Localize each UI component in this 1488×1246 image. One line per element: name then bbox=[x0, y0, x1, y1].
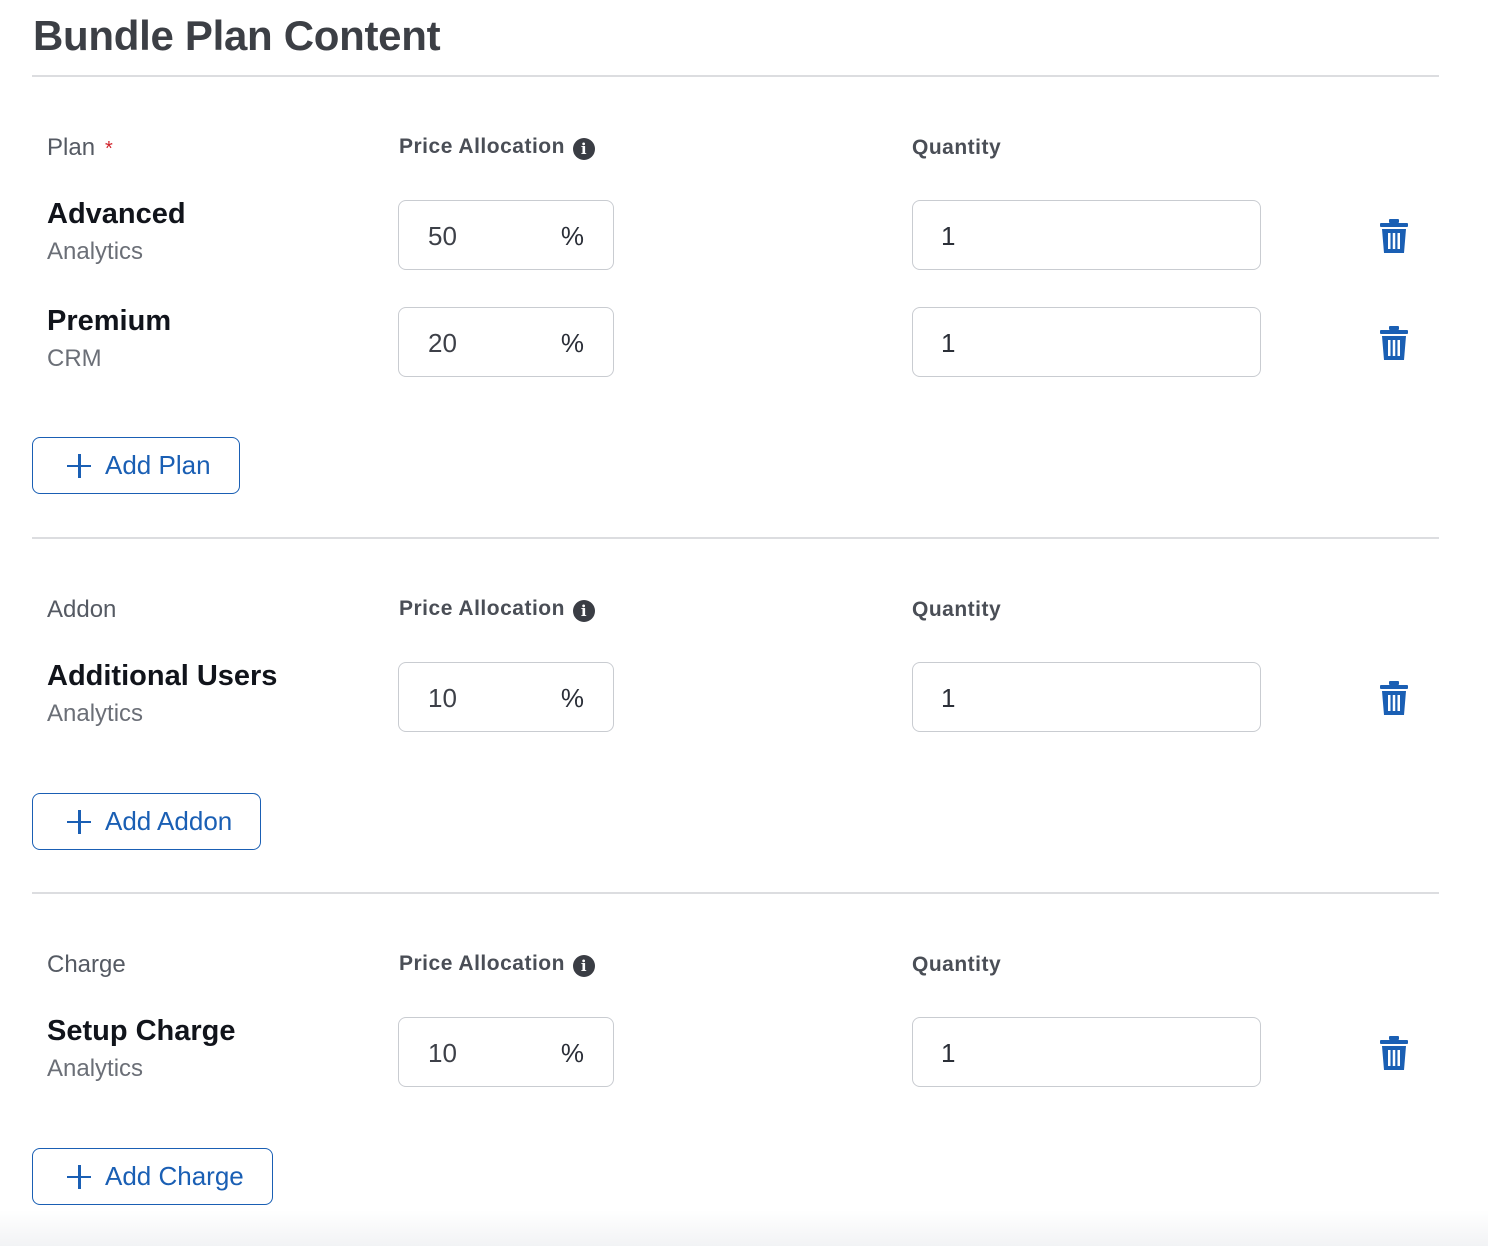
item-name: Additional Users bbox=[47, 660, 278, 692]
page-title: Bundle Plan Content bbox=[33, 12, 441, 59]
price-allocation-input[interactable]: 10 % bbox=[398, 662, 614, 732]
required-marker: * bbox=[105, 138, 113, 160]
quantity-value[interactable]: 1 bbox=[941, 328, 955, 359]
bottom-fade bbox=[0, 1210, 1488, 1246]
item-product-family: CRM bbox=[47, 345, 102, 372]
plan-column-label: Plan * bbox=[47, 134, 113, 161]
quantity-value[interactable]: 1 bbox=[941, 221, 955, 252]
price-allocation-header: Price Allocation i bbox=[399, 951, 595, 977]
percent-suffix: % bbox=[560, 683, 584, 713]
quantity-value[interactable]: 1 bbox=[941, 1038, 955, 1069]
plus-icon bbox=[67, 1164, 93, 1190]
info-icon[interactable]: i bbox=[572, 955, 595, 977]
addon-column-label: Addon bbox=[47, 596, 117, 623]
price-allocation-value[interactable]: 10 bbox=[428, 1038, 457, 1069]
price-allocation-value[interactable]: 10 bbox=[428, 683, 457, 714]
item-name: Setup Charge bbox=[47, 1015, 236, 1047]
add-charge-button[interactable]: Add Charge bbox=[32, 1148, 273, 1205]
price-allocation-header: Price Allocation i bbox=[399, 134, 595, 160]
percent-suffix: % bbox=[560, 1038, 584, 1068]
percent-suffix: % bbox=[560, 328, 584, 358]
plus-icon bbox=[67, 809, 93, 835]
item-product-family: Analytics bbox=[47, 700, 144, 727]
quantity-input[interactable]: 1 bbox=[912, 200, 1261, 270]
quantity-header: Quantity bbox=[912, 136, 1002, 159]
trash-icon[interactable] bbox=[1378, 325, 1410, 361]
add-addon-label: Add Addon bbox=[105, 806, 233, 836]
plan-row: Premium CRM 20 % 1 bbox=[0, 305, 1488, 385]
addon-row: Additional Users Analytics 10 % 1 bbox=[0, 660, 1488, 740]
add-plan-button[interactable]: Add Plan bbox=[32, 437, 240, 494]
divider bbox=[32, 537, 1439, 539]
trash-icon[interactable] bbox=[1378, 218, 1410, 254]
trash-icon[interactable] bbox=[1378, 680, 1410, 716]
plus-icon bbox=[67, 453, 93, 479]
price-allocation-value[interactable]: 50 bbox=[428, 221, 457, 252]
add-addon-button[interactable]: Add Addon bbox=[32, 793, 262, 850]
price-allocation-input[interactable]: 20 % bbox=[398, 307, 614, 377]
charge-row: Setup Charge Analytics 10 % 1 bbox=[0, 1015, 1488, 1095]
add-charge-label: Add Charge bbox=[105, 1161, 244, 1191]
divider bbox=[32, 75, 1439, 77]
price-allocation-value[interactable]: 20 bbox=[428, 328, 457, 359]
quantity-header: Quantity bbox=[912, 953, 1002, 976]
quantity-input[interactable]: 1 bbox=[912, 662, 1261, 732]
add-plan-label: Add Plan bbox=[105, 450, 211, 480]
info-icon[interactable]: i bbox=[572, 600, 595, 622]
charge-column-label: Charge bbox=[47, 951, 126, 978]
price-allocation-header: Price Allocation i bbox=[399, 596, 595, 622]
item-product-family: Analytics bbox=[47, 1055, 144, 1082]
price-allocation-input[interactable]: 10 % bbox=[398, 1017, 614, 1087]
item-product-family: Analytics bbox=[47, 238, 144, 265]
trash-icon[interactable] bbox=[1378, 1035, 1410, 1071]
item-name: Premium bbox=[47, 305, 172, 337]
price-allocation-input[interactable]: 50 % bbox=[398, 200, 614, 270]
quantity-input[interactable]: 1 bbox=[912, 307, 1261, 377]
plan-row: Advanced Analytics 50 % 1 bbox=[0, 198, 1488, 278]
quantity-value[interactable]: 1 bbox=[941, 683, 955, 714]
quantity-input[interactable]: 1 bbox=[912, 1017, 1261, 1087]
item-name: Advanced bbox=[47, 198, 186, 230]
percent-suffix: % bbox=[560, 221, 584, 251]
info-icon[interactable]: i bbox=[572, 138, 595, 160]
divider bbox=[32, 892, 1439, 894]
quantity-header: Quantity bbox=[912, 598, 1002, 621]
